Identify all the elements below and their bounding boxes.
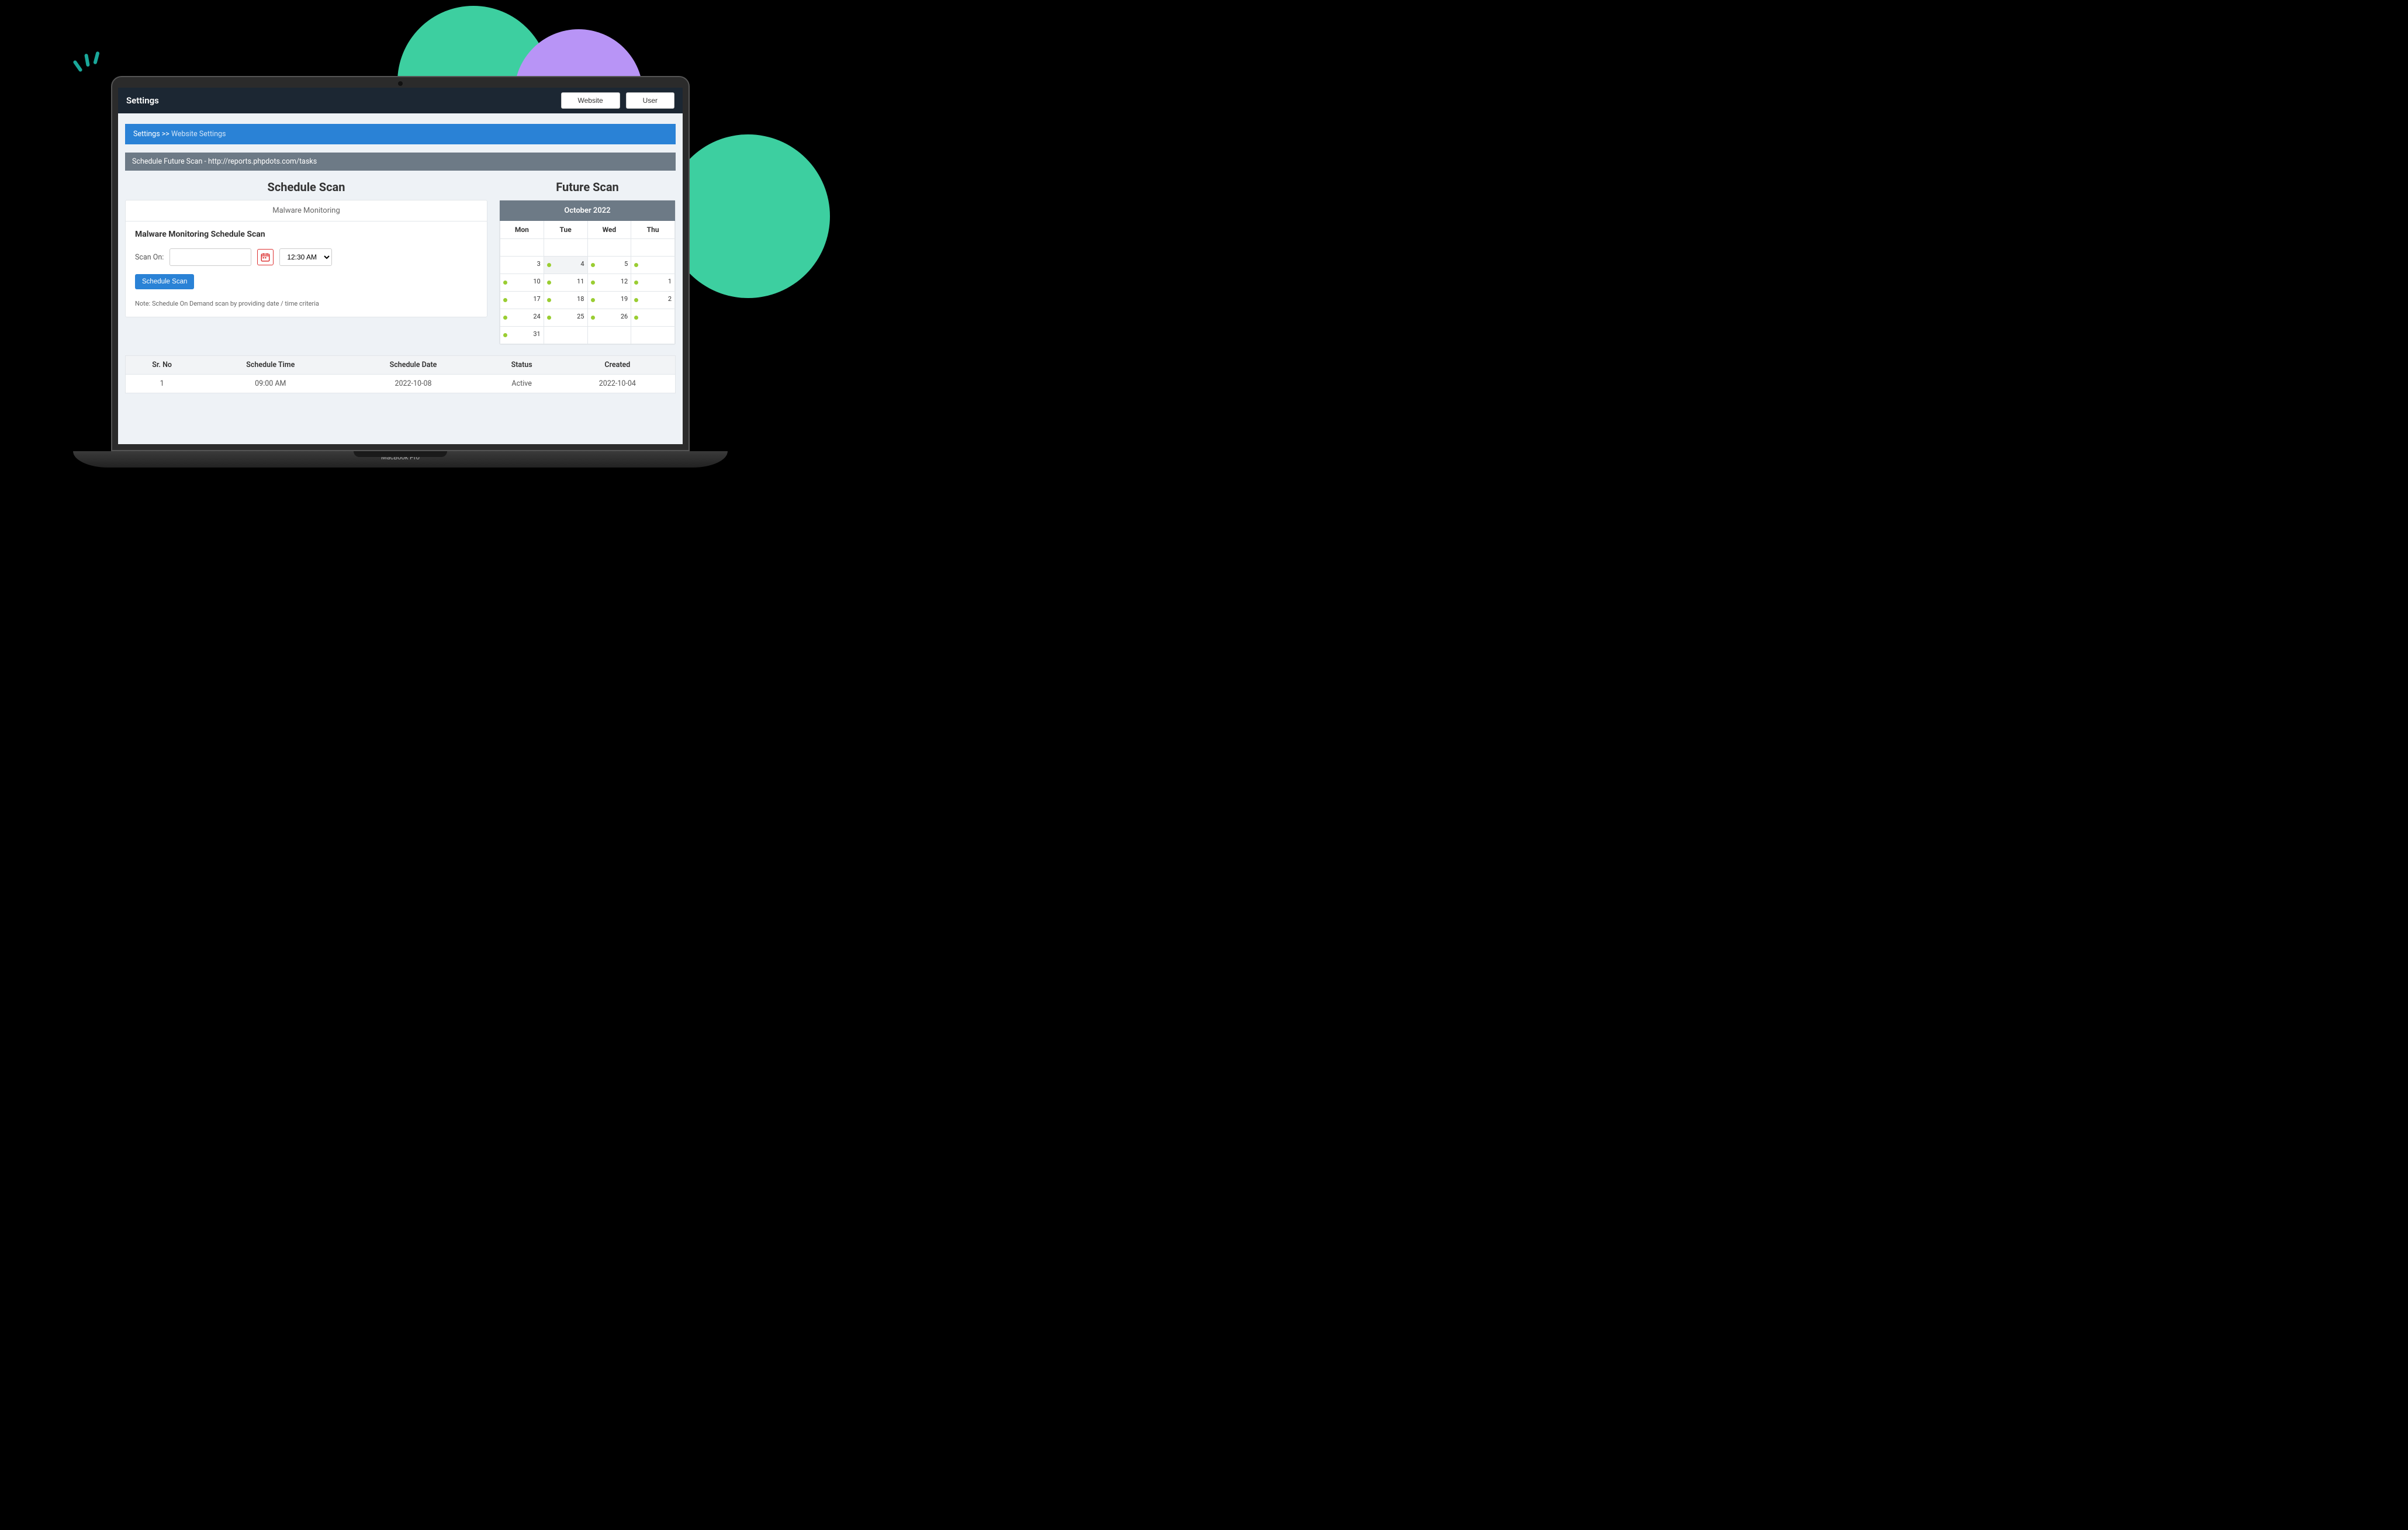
- calendar-dayname: Thu: [631, 221, 675, 239]
- calendar-cell[interactable]: 26: [588, 309, 632, 327]
- calendar-cell: [500, 239, 544, 257]
- calendar-day-number: 17: [533, 295, 540, 303]
- tab-malware-monitoring[interactable]: Malware Monitoring: [126, 200, 487, 221]
- table-cell: Active: [484, 375, 560, 393]
- calendar-cell[interactable]: 25: [544, 309, 588, 327]
- schedule-note: Note: Schedule On Demand scan by providi…: [135, 300, 478, 307]
- table-header: Created: [560, 356, 675, 375]
- scan-date-input[interactable]: [169, 248, 251, 266]
- table-cell: 1: [126, 375, 198, 393]
- table-header: Status: [484, 356, 560, 375]
- table-header: Schedule Time: [198, 356, 342, 375]
- event-dot-icon: [503, 316, 507, 320]
- table-cell: 2022-10-04: [560, 375, 675, 393]
- calendar-cell: [588, 239, 632, 257]
- calendar-cell[interactable]: 18: [544, 292, 588, 309]
- website-button[interactable]: Website: [561, 92, 620, 109]
- calendar-day-number: 24: [533, 313, 540, 320]
- calendar-day-number: 10: [533, 278, 540, 285]
- calendar-day-number: 25: [577, 313, 584, 320]
- page-title: Settings: [126, 95, 159, 106]
- decor-circle-green-2: [666, 134, 830, 298]
- calendar-day-number: 2: [668, 295, 672, 303]
- event-dot-icon: [503, 333, 507, 337]
- breadcrumb-root[interactable]: Settings: [133, 130, 160, 139]
- calendar-cell[interactable]: 10: [500, 274, 544, 292]
- laptop-frame: Settings Website User Settings >> Websit…: [111, 76, 690, 468]
- event-dot-icon: [547, 298, 551, 302]
- panel-header: Schedule Future Scan - http://reports.ph…: [125, 153, 676, 171]
- schedule-card: Malware Monitoring Malware Monitoring Sc…: [125, 200, 487, 317]
- calendar-day-number: 4: [580, 260, 584, 268]
- schedule-table: Sr. NoSchedule TimeSchedule DateStatusCr…: [125, 355, 676, 393]
- event-dot-icon: [503, 281, 507, 285]
- event-dot-icon: [634, 298, 638, 302]
- calendar-cell[interactable]: 3: [500, 257, 544, 274]
- app-header: Settings Website User: [118, 88, 683, 113]
- calendar-day-number: 1: [668, 278, 672, 285]
- event-dot-icon: [503, 298, 507, 302]
- table-row[interactable]: 109:00 AM2022-10-08Active2022-10-04: [126, 375, 675, 393]
- scan-time-select[interactable]: 12:30 AM: [279, 248, 332, 266]
- event-dot-icon: [634, 281, 638, 285]
- event-dot-icon: [591, 281, 595, 285]
- event-dot-icon: [591, 316, 595, 320]
- calendar-card: October 2022 MonTueWedThu 3 4 5 10 11 12 1 17 18…: [499, 200, 676, 345]
- camera-dot: [398, 81, 403, 86]
- calendar-cell: [588, 327, 632, 344]
- user-button[interactable]: User: [626, 92, 674, 109]
- calendar-day-number: 26: [621, 313, 628, 320]
- calendar-day-number: 31: [533, 330, 540, 338]
- calendar-cell: [631, 309, 675, 327]
- calendar-dayname: Wed: [588, 221, 632, 239]
- calendar-day-number: 11: [577, 278, 584, 285]
- breadcrumb: Settings >> Website Settings: [125, 124, 676, 144]
- future-scan-title: Future Scan: [499, 180, 676, 194]
- laptop-base: MacBook Pro: [73, 451, 728, 468]
- breadcrumb-current: Website Settings: [171, 130, 226, 139]
- event-dot-icon: [634, 263, 638, 267]
- calendar-day-number: 19: [621, 295, 628, 303]
- event-dot-icon: [547, 281, 551, 285]
- table-header: Schedule Date: [342, 356, 483, 375]
- event-dot-icon: [634, 316, 638, 320]
- breadcrumb-sep: >>: [162, 130, 169, 139]
- calendar-cell[interactable]: 1: [631, 274, 675, 292]
- calendar-dayname: Mon: [500, 221, 544, 239]
- scan-on-label: Scan On:: [135, 253, 164, 262]
- calendar-cell: [544, 327, 588, 344]
- calendar-day-number: 12: [621, 278, 628, 285]
- schedule-scan-button[interactable]: Schedule Scan: [135, 274, 194, 289]
- calendar-cell[interactable]: 19: [588, 292, 632, 309]
- calendar-cell[interactable]: 24: [500, 309, 544, 327]
- calendar-day-number: 3: [537, 260, 541, 268]
- calendar-cell: [631, 239, 675, 257]
- event-dot-icon: [547, 263, 551, 267]
- event-dot-icon: [591, 298, 595, 302]
- calendar-cell: [631, 257, 675, 274]
- event-dot-icon: [547, 316, 551, 320]
- calendar-cell[interactable]: 17: [500, 292, 544, 309]
- schedule-scan-title: Schedule Scan: [125, 180, 487, 194]
- calendar-cell[interactable]: 5: [588, 257, 632, 274]
- calendar-cell: [544, 239, 588, 257]
- calendar-cell[interactable]: 11: [544, 274, 588, 292]
- calendar-dayname: Tue: [544, 221, 588, 239]
- calendar-cell[interactable]: 4: [544, 257, 588, 274]
- calendar-cell[interactable]: 2: [631, 292, 675, 309]
- calendar-cell: [631, 327, 675, 344]
- app-viewport: Settings Website User Settings >> Websit…: [118, 88, 683, 444]
- table-cell: 09:00 AM: [198, 375, 342, 393]
- calendar-day-number: 18: [577, 295, 584, 303]
- event-dot-icon: [591, 263, 595, 267]
- calendar-cell[interactable]: 31: [500, 327, 544, 344]
- table-header: Sr. No: [126, 356, 198, 375]
- calendar-icon[interactable]: [257, 249, 274, 265]
- schedule-subtitle: Malware Monitoring Schedule Scan: [135, 230, 478, 239]
- calendar-day-number: 5: [624, 260, 628, 268]
- table-cell: 2022-10-08: [342, 375, 483, 393]
- calendar-month: October 2022: [500, 200, 675, 221]
- calendar-cell[interactable]: 12: [588, 274, 632, 292]
